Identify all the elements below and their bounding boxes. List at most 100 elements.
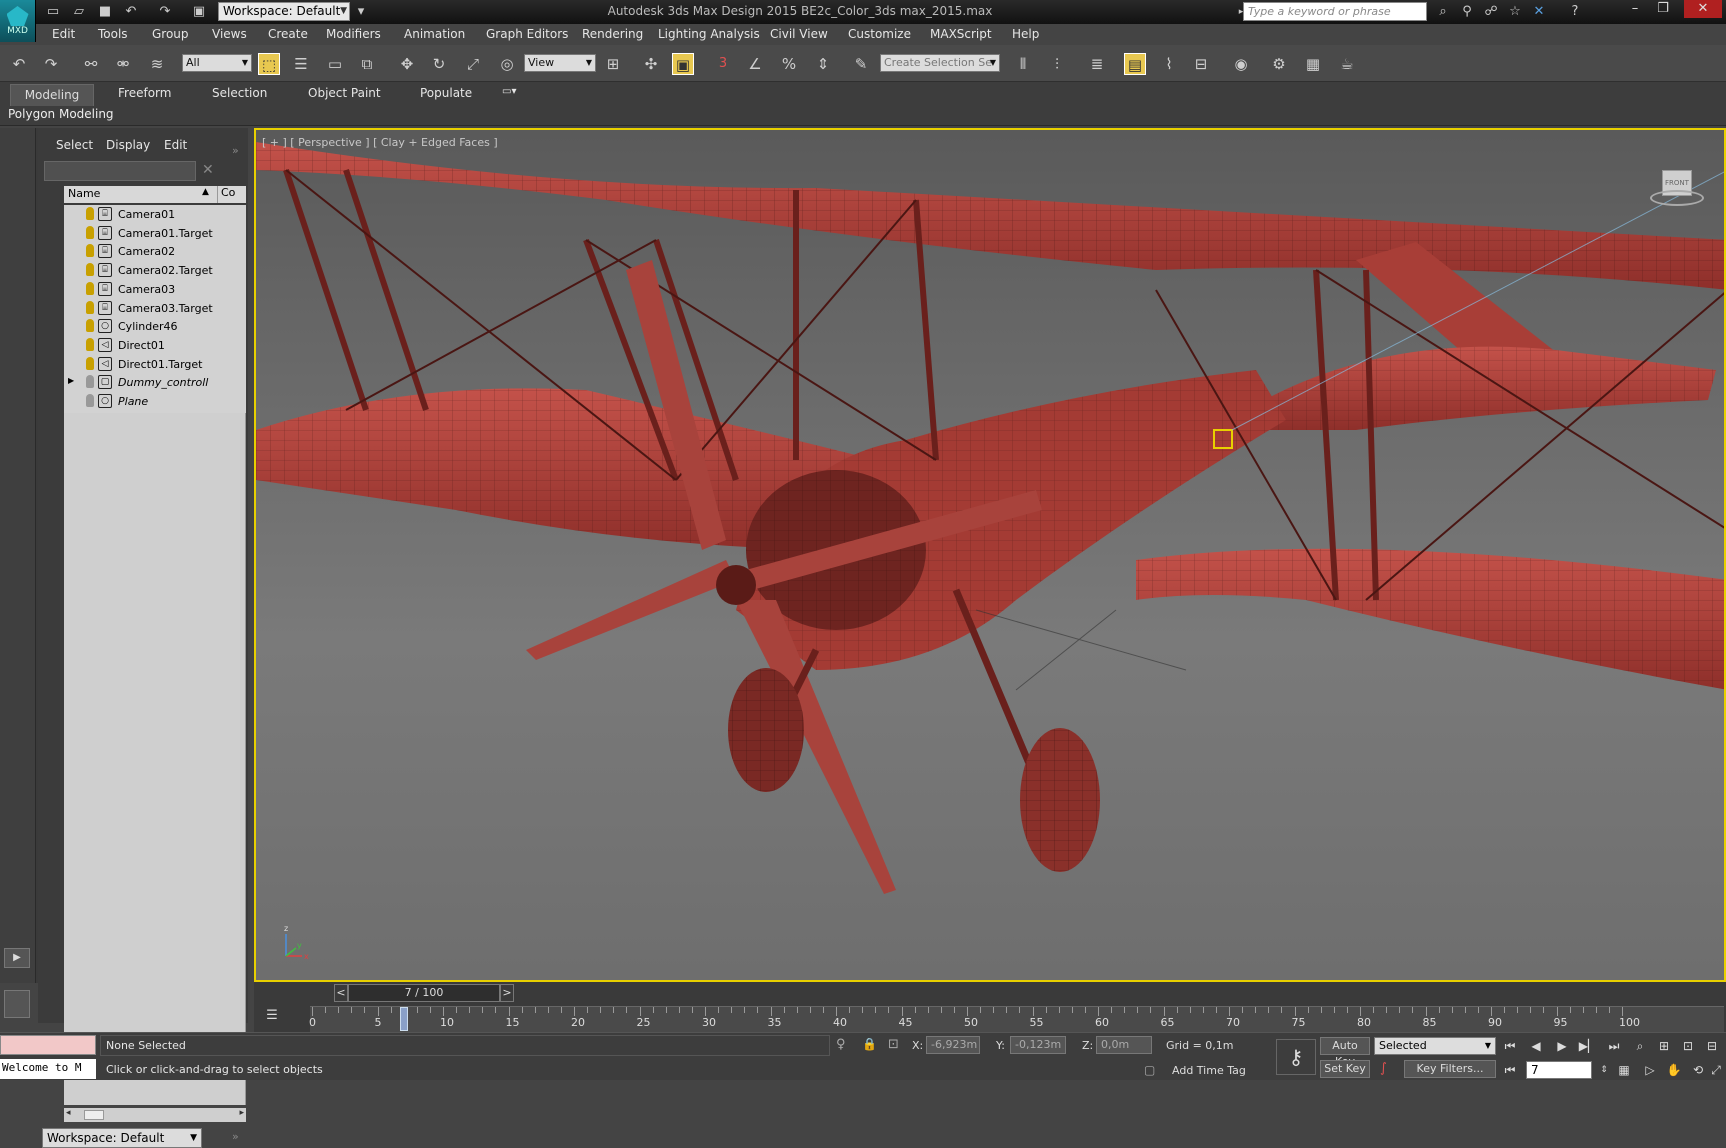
go-to-start-icon[interactable]: ⏮	[1500, 1037, 1520, 1055]
perspective-viewport[interactable]: [ + ] [ Perspective ] [ Clay + Edged Fac…	[254, 128, 1726, 982]
explorer-row[interactable]: ⌸ Camera03.Target	[64, 298, 246, 319]
select-object-icon[interactable]: ⬚	[258, 53, 280, 75]
schematic-view-icon[interactable]: ⊟	[1190, 53, 1212, 75]
time-tag-icon[interactable]: ▢	[1144, 1063, 1155, 1077]
quick-access-dropdown-icon[interactable]: ▾	[352, 3, 370, 21]
angle-snap-icon[interactable]: ∠	[744, 53, 766, 75]
explorer-collapse-icon[interactable]: »	[232, 1130, 239, 1143]
tab-modeling[interactable]: Modeling	[10, 84, 94, 106]
column-name[interactable]: Name	[68, 187, 100, 200]
snaps-toggle-icon[interactable]: 3	[712, 53, 734, 75]
viewcube-compass-ring[interactable]	[1650, 190, 1704, 206]
menu-customize[interactable]: Customize	[848, 27, 911, 41]
menu-create[interactable]: Create	[268, 27, 308, 41]
menu-graph-editors[interactable]: Graph Editors	[486, 27, 568, 41]
menu-modifiers[interactable]: Modifiers	[326, 27, 381, 41]
absolute-mode-icon[interactable]: ⊡	[888, 1037, 899, 1052]
menu-maxscript[interactable]: MAXScript	[930, 27, 992, 41]
help-icon[interactable]: ?	[1566, 3, 1584, 21]
explorer-row[interactable]: ⌸ Camera03	[64, 279, 246, 300]
keyboard-shortcut-override-icon[interactable]: ▣	[672, 53, 694, 75]
explorer-row[interactable]: ○ Plane	[64, 392, 246, 412]
orbit-icon[interactable]: ⟲	[1688, 1061, 1708, 1079]
zoom-extents-icon[interactable]: ⊡	[1678, 1037, 1698, 1055]
align-icon[interactable]: ⫶	[1046, 53, 1068, 75]
explorer-expand-icon[interactable]: »	[232, 144, 239, 157]
explorer-row[interactable]: ○ Cylinder46	[64, 317, 246, 338]
select-and-manipulate-icon[interactable]: ✣	[640, 53, 662, 75]
set-key-button[interactable]: Set Key	[1320, 1060, 1370, 1078]
named-selection-set-select[interactable]: Create Selection Se ▼	[880, 54, 1000, 72]
explorer-row[interactable]: ⌸ Camera02	[64, 242, 246, 263]
explorer-menu-select[interactable]: Select	[56, 138, 93, 152]
tab-populate[interactable]: Populate	[420, 86, 472, 100]
x-coordinate-field[interactable]: -6,923m	[926, 1036, 980, 1054]
ribbon-options-icon[interactable]: ▭▾	[502, 86, 516, 97]
pan-view-icon[interactable]: ✋	[1664, 1061, 1684, 1079]
isolate-selection-icon[interactable]: ♀	[836, 1037, 846, 1052]
menu-help[interactable]: Help	[1012, 27, 1039, 41]
zoom-extents-all-icon[interactable]: ⊟	[1702, 1037, 1722, 1055]
maximize-viewport-icon[interactable]: ⤢	[1706, 1061, 1726, 1079]
restore-icon[interactable]: ❐	[1650, 0, 1676, 18]
link-icon[interactable]: ⚯	[80, 53, 102, 75]
explorer-row[interactable]: ⌸ Camera01	[64, 205, 246, 225]
selection-lock-icon[interactable]: 🔒	[862, 1037, 877, 1051]
project-folder-icon[interactable]: ▣	[190, 3, 208, 21]
undo-icon[interactable]: ↶	[8, 53, 30, 75]
time-configuration-icon[interactable]: ▦	[1614, 1061, 1634, 1079]
bind-space-warp-icon[interactable]: ≋	[146, 53, 168, 75]
explorer-row[interactable]: ⌸ Camera01.Target	[64, 223, 246, 244]
explorer-row[interactable]: ◁ Direct01	[64, 335, 246, 356]
y-coordinate-field[interactable]: -0,123m	[1010, 1036, 1066, 1054]
move-icon[interactable]: ✥	[396, 53, 418, 75]
zoom-all-icon[interactable]: ⊞	[1654, 1037, 1674, 1055]
visibility-bulb-icon[interactable]	[86, 375, 94, 389]
time-cursor[interactable]	[399, 1007, 408, 1031]
visibility-bulb-icon[interactable]	[86, 394, 94, 407]
z-coordinate-field[interactable]: 0,0m	[1096, 1036, 1152, 1054]
viewport-layout-tab[interactable]	[4, 990, 30, 1018]
menu-tools[interactable]: Tools	[98, 27, 128, 41]
set-key-icon[interactable]: ⚷	[1276, 1039, 1316, 1075]
add-time-tag[interactable]: Add Time Tag	[1172, 1064, 1246, 1077]
redo-icon[interactable]: ↷	[156, 3, 174, 21]
frame-spinner-icon[interactable]: ⇕	[1594, 1061, 1614, 1079]
new-file-icon[interactable]: ▭	[44, 3, 62, 21]
scene-explorer-icon[interactable]: ▤	[1124, 53, 1146, 75]
visibility-bulb-icon[interactable]	[86, 225, 94, 239]
placement-icon[interactable]: ◎	[496, 53, 518, 75]
menu-lighting-analysis[interactable]: Lighting Analysis	[658, 27, 760, 41]
material-editor-icon[interactable]: ◉	[1230, 53, 1252, 75]
scale-icon[interactable]: ⤢	[462, 53, 484, 75]
polygon-modeling-panel[interactable]: Polygon Modeling	[8, 107, 114, 121]
auto-key-button[interactable]: Auto Key	[1320, 1037, 1370, 1068]
key-mode-toggle-icon[interactable]: ⏮	[1500, 1061, 1520, 1079]
previous-frame-icon[interactable]: ◀	[1526, 1037, 1546, 1055]
visibility-bulb-icon[interactable]	[86, 319, 94, 333]
visibility-bulb-icon[interactable]	[86, 263, 94, 277]
minimize-icon[interactable]: –	[1622, 0, 1648, 18]
reference-coordinate-select[interactable]: View ▼	[524, 54, 596, 72]
explorer-column-header[interactable]: Name ▲ Co	[64, 186, 246, 203]
workspace-select[interactable]: Workspace: Default ▼	[218, 2, 350, 21]
track-bar[interactable]: 0 5 10 15 20 25 30 35 40 45 50 55 60 65 70 75 80 85 90 95 10…	[309, 1006, 1724, 1032]
render-setup-icon[interactable]: ⚙	[1268, 53, 1290, 75]
play-toggle-icon[interactable]: ▶	[4, 948, 30, 968]
mini-curve-editor-icon[interactable]: ☰	[260, 1008, 284, 1026]
current-frame-field[interactable]: 7	[1526, 1061, 1592, 1079]
exchange-icon[interactable]: ✕	[1530, 3, 1548, 21]
rectangular-region-icon[interactable]: ▭	[324, 53, 346, 75]
explorer-menu-edit[interactable]: Edit	[164, 138, 187, 152]
time-slider-next[interactable]: >	[500, 984, 514, 1002]
edit-named-selection-icon[interactable]: ✎	[850, 53, 872, 75]
layer-manager-icon[interactable]: ≣	[1086, 53, 1108, 75]
visibility-bulb-icon[interactable]	[86, 337, 94, 351]
column-co[interactable]: Co	[217, 186, 247, 203]
tangent-icon[interactable]: ∫	[1380, 1061, 1387, 1076]
percent-snap-icon[interactable]: %	[778, 53, 800, 75]
curve-editor-icon[interactable]: ⌇	[1158, 53, 1180, 75]
tab-freeform[interactable]: Freeform	[118, 86, 171, 100]
render-production-icon[interactable]: ☕	[1336, 53, 1358, 75]
binoculars-icon[interactable]: ⌕	[1434, 3, 1452, 21]
